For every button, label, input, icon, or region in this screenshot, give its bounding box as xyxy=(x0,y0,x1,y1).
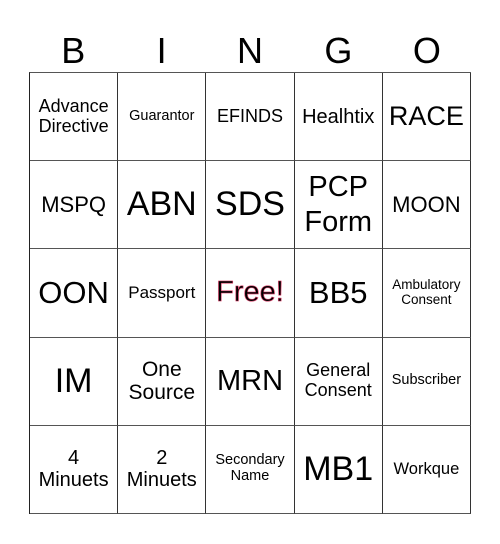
cell-text: Advance Directive xyxy=(38,95,109,136)
cell-text: Healhtix xyxy=(302,105,375,128)
bingo-cell[interactable]: One Source xyxy=(118,337,207,426)
cell-text: MB1 xyxy=(303,449,374,488)
bingo-cell[interactable]: EFINDS xyxy=(206,73,295,162)
cell-text: OON xyxy=(38,275,109,311)
bingo-cell[interactable]: MRN xyxy=(206,337,295,426)
bingo-cell[interactable]: SDS xyxy=(206,161,295,250)
bingo-cell[interactable]: Advance Directive xyxy=(30,73,119,162)
cell-text: EFINDS xyxy=(216,105,283,126)
bingo-cell[interactable]: MSPQ xyxy=(30,161,119,250)
cell-text: MRN xyxy=(216,364,284,397)
cell-text: PCP Form xyxy=(304,170,373,238)
header-letter-i: I xyxy=(156,30,167,71)
bingo-cell[interactable]: Subscriber xyxy=(382,337,471,426)
cell-text: Ambulatory Consent xyxy=(392,277,461,307)
bingo-cell[interactable]: IM xyxy=(30,337,119,426)
bingo-cell[interactable]: Guarantor xyxy=(118,73,207,162)
bingo-cell[interactable]: Workque xyxy=(382,425,471,514)
bingo-cell[interactable]: BB5 xyxy=(294,249,383,338)
bingo-cell[interactable]: 2 Minuets xyxy=(118,425,207,514)
cell-text: Guarantor xyxy=(129,107,195,124)
cell-text: One Source xyxy=(128,358,196,405)
bingo-cell[interactable]: General Consent xyxy=(294,337,383,426)
header-letter-o: O xyxy=(412,30,441,71)
cell-text: ABN xyxy=(126,185,197,224)
cell-text: MSPQ xyxy=(41,191,106,217)
cell-text: IM xyxy=(54,361,93,400)
header-letter-n: N xyxy=(237,30,264,71)
bingo-header: B I N G O xyxy=(29,30,471,72)
bingo-cell[interactable]: Passport xyxy=(118,249,207,338)
cell-text: 4 Minuets xyxy=(38,447,109,492)
bingo-cell[interactable]: 4 Minuets xyxy=(30,425,119,514)
bingo-cell[interactable]: Healhtix xyxy=(294,73,383,162)
cell-text: MOON xyxy=(392,191,461,217)
cell-text: Passport xyxy=(128,282,196,302)
cell-text: General Consent xyxy=(304,360,372,401)
bingo-cell[interactable]: MB1 xyxy=(294,425,383,514)
cell-text: RACE xyxy=(388,100,464,131)
bingo-cell[interactable]: OON xyxy=(30,249,119,338)
bingo-cell[interactable]: ABN xyxy=(118,161,207,250)
header-letter-b: B xyxy=(61,30,86,71)
bingo-cell[interactable]: Ambulatory Consent xyxy=(382,249,471,338)
cell-text: BB5 xyxy=(308,275,368,311)
bingo-cell[interactable]: RACE xyxy=(382,73,471,162)
bingo-card-grid: Advance Directive Guarantor EFINDS Healh… xyxy=(29,72,471,514)
bingo-cell[interactable]: Secondary Name xyxy=(206,425,295,514)
free-space-label: Free! xyxy=(216,276,284,309)
free-space-cell[interactable]: Free! xyxy=(206,249,295,338)
bingo-cell[interactable]: MOON xyxy=(382,161,471,250)
cell-text: 2 Minuets xyxy=(126,447,197,492)
cell-text: Subscriber xyxy=(391,372,462,389)
header-letter-g: G xyxy=(324,30,353,71)
cell-text: SDS xyxy=(215,185,285,224)
bingo-cell[interactable]: PCP Form xyxy=(294,161,383,250)
cell-text: Secondary Name xyxy=(215,452,285,485)
cell-text: Workque xyxy=(393,460,460,479)
